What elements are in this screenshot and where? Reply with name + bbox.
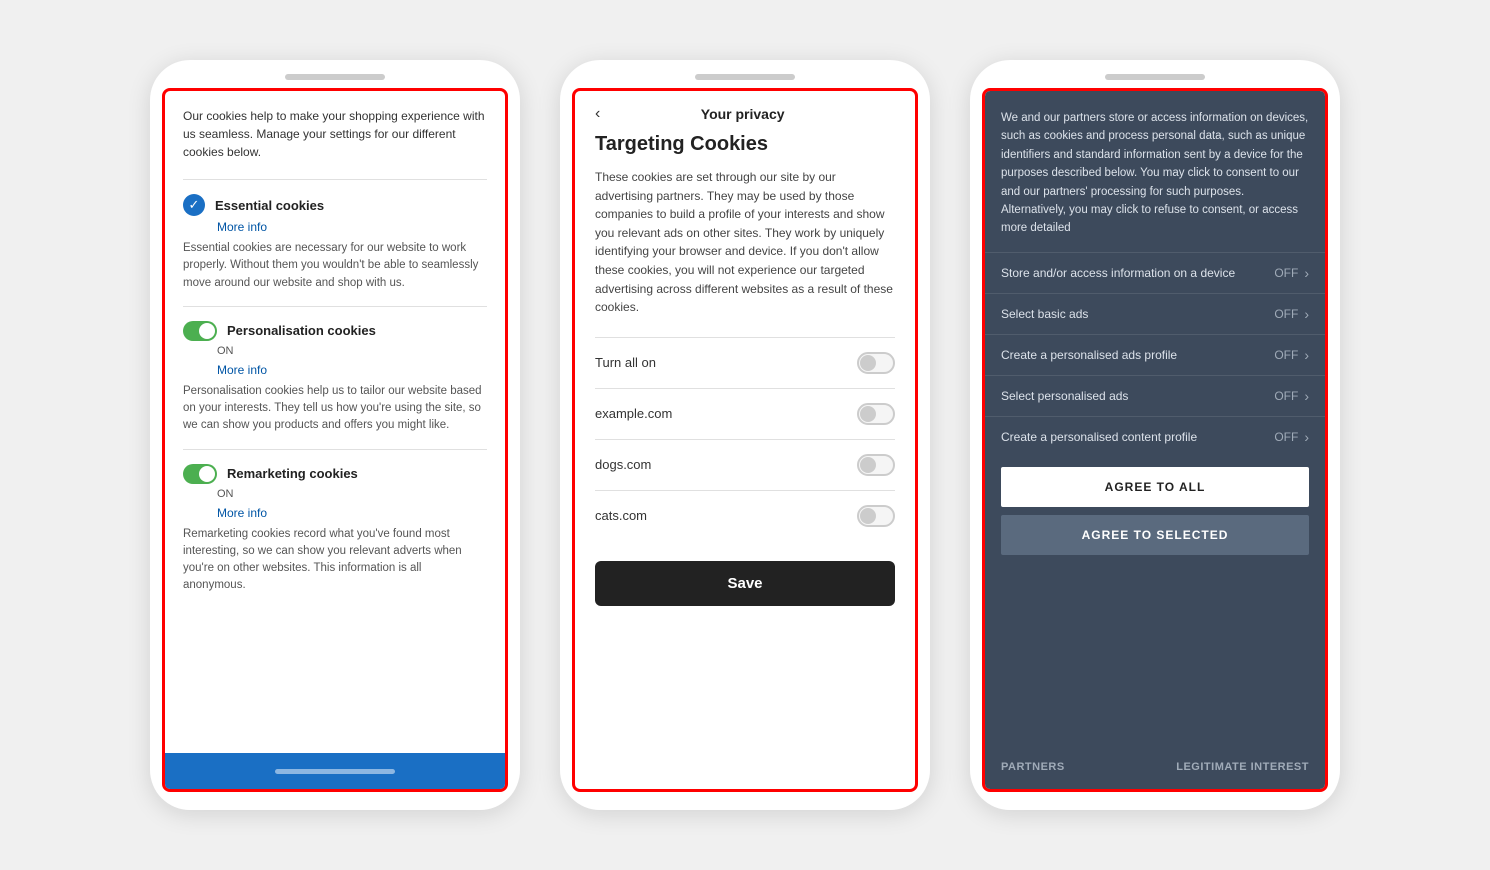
phone1-scroll: Our cookies help to make your shopping e… — [165, 91, 505, 753]
personalisation-on-label: ON — [217, 345, 487, 357]
essential-desc: Essential cookies are necessary for our … — [183, 240, 487, 292]
save-button[interactable]: Save — [595, 561, 895, 606]
agree-all-button[interactable]: AGREE TO ALL — [1001, 467, 1309, 507]
basic-ads-right: OFF › — [1274, 306, 1309, 322]
basic-ads-label: Select basic ads — [1001, 307, 1274, 321]
phone-notch-1 — [285, 74, 385, 80]
personalised-profile-value: OFF — [1274, 348, 1298, 362]
phone1-bottom-indicator — [275, 769, 395, 774]
store-chevron-icon[interactable]: › — [1304, 265, 1309, 281]
personalisation-more-info[interactable]: More info — [217, 363, 487, 377]
toggle-row-example: example.com — [595, 388, 895, 439]
turnallon-toggle[interactable] — [857, 352, 895, 374]
phone2-section-title: Targeting Cookies — [595, 133, 895, 156]
phone-notch-3 — [1105, 74, 1205, 80]
phone-2: ‹ Your privacy Targeting Cookies These c… — [560, 60, 930, 810]
store-right: OFF › — [1274, 265, 1309, 281]
select-personalised-label: Select personalised ads — [1001, 389, 1274, 403]
cats-toggle[interactable] — [857, 505, 895, 527]
partners-link[interactable]: PARTNERS — [1001, 761, 1065, 773]
personalisation-desc: Personalisation cookies help us to tailo… — [183, 383, 487, 435]
basic-ads-chevron-icon[interactable]: › — [1304, 306, 1309, 322]
personalisation-title: Personalisation cookies — [227, 323, 376, 338]
example-label: example.com — [595, 406, 672, 421]
content-profile-chevron-icon[interactable]: › — [1304, 429, 1309, 445]
phone2-scroll: ‹ Your privacy Targeting Cookies These c… — [575, 91, 915, 789]
p3-row-personalised-profile: Create a personalised ads profile OFF › — [985, 334, 1325, 375]
content-profile-label: Create a personalised content profile — [1001, 430, 1274, 444]
remarketing-more-info[interactable]: More info — [217, 506, 487, 520]
p3-row-content-profile: Create a personalised content profile OF… — [985, 416, 1325, 457]
essential-more-info[interactable]: More info — [217, 220, 487, 234]
essential-section: Essential cookies More info Essential co… — [183, 179, 487, 292]
select-personalised-chevron-icon[interactable]: › — [1304, 388, 1309, 404]
dogs-label: dogs.com — [595, 457, 651, 472]
p3-row-basic-ads: Select basic ads OFF › — [985, 293, 1325, 334]
cats-label: cats.com — [595, 508, 647, 523]
select-personalised-right: OFF › — [1274, 388, 1309, 404]
toggle-row-cats: cats.com — [595, 490, 895, 541]
phone2-title: Your privacy — [606, 106, 879, 122]
phone-notch-2 — [695, 74, 795, 80]
remarketing-on-label: ON — [217, 488, 487, 500]
phone2-description: These cookies are set through our site b… — [595, 168, 895, 317]
p3-row-select-personalised: Select personalised ads OFF › — [985, 375, 1325, 416]
back-arrow-icon[interactable]: ‹ — [595, 105, 600, 123]
store-label: Store and/or access information on a dev… — [1001, 266, 1274, 280]
phone3-content: We and our partners store or access info… — [982, 88, 1328, 792]
remarketing-toggle[interactable] — [183, 464, 217, 484]
legitimate-interest-link[interactable]: LEGITIMATE INTEREST — [1176, 761, 1309, 773]
personalised-profile-label: Create a personalised ads profile — [1001, 348, 1274, 362]
phone3-bottom-links: PARTNERS LEGITIMATE INTEREST — [985, 749, 1325, 789]
select-personalised-value: OFF — [1274, 389, 1298, 403]
essential-header: Essential cookies — [183, 194, 487, 216]
phone1-content: Our cookies help to make your shopping e… — [162, 88, 508, 792]
example-toggle[interactable] — [857, 403, 895, 425]
phone3-description: We and our partners store or access info… — [985, 91, 1325, 252]
essential-toggle[interactable] — [183, 194, 205, 216]
essential-title: Essential cookies — [215, 198, 324, 213]
remarketing-desc: Remarketing cookies record what you've f… — [183, 526, 487, 595]
dogs-toggle[interactable] — [857, 454, 895, 476]
store-value: OFF — [1274, 266, 1298, 280]
phone2-back-row: ‹ Your privacy — [595, 105, 895, 123]
p3-row-store: Store and/or access information on a dev… — [985, 252, 1325, 293]
remarketing-header: Remarketing cookies — [183, 464, 487, 484]
content-profile-right: OFF › — [1274, 429, 1309, 445]
toggle-row-dogs: dogs.com — [595, 439, 895, 490]
remarketing-title: Remarketing cookies — [227, 466, 358, 481]
personalisation-section: Personalisation cookies ON More info Per… — [183, 306, 487, 435]
phone-1: Our cookies help to make your shopping e… — [150, 60, 520, 810]
turnallon-label: Turn all on — [595, 355, 656, 370]
phone-3: We and our partners store or access info… — [970, 60, 1340, 810]
phone1-intro: Our cookies help to make your shopping e… — [183, 107, 487, 161]
personalisation-toggle[interactable] — [183, 321, 217, 341]
phone1-bottom-bar — [165, 753, 505, 789]
phone3-scroll: We and our partners store or access info… — [985, 91, 1325, 789]
phone2-content: ‹ Your privacy Targeting Cookies These c… — [572, 88, 918, 792]
personalised-profile-chevron-icon[interactable]: › — [1304, 347, 1309, 363]
personalised-profile-right: OFF › — [1274, 347, 1309, 363]
basic-ads-value: OFF — [1274, 307, 1298, 321]
remarketing-section: Remarketing cookies ON More info Remarke… — [183, 449, 487, 595]
content-profile-value: OFF — [1274, 430, 1298, 444]
agree-selected-button[interactable]: AGREE TO SELECTED — [1001, 515, 1309, 555]
toggle-row-turnallon: Turn all on — [595, 337, 895, 388]
personalisation-header: Personalisation cookies — [183, 321, 487, 341]
